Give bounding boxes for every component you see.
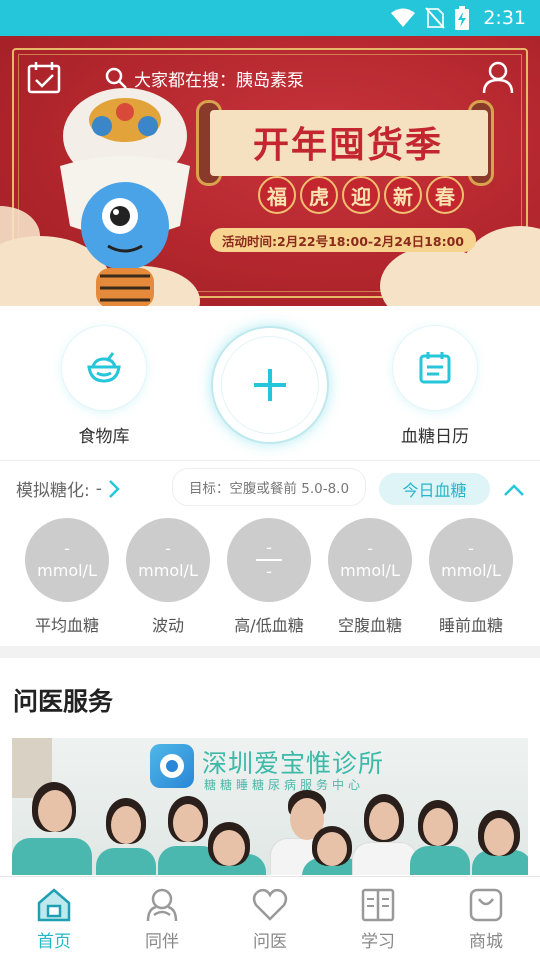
search-hint[interactable]: 大家都在搜： 胰岛素泵 xyxy=(104,64,304,92)
stat-label: 高/低血糖 xyxy=(234,616,304,635)
section-divider xyxy=(0,646,540,658)
hba1c-value: - xyxy=(95,478,102,499)
stat-label: 平均血糖 xyxy=(34,616,99,635)
today-glucose-button[interactable]: 今日血糖 xyxy=(379,473,490,505)
user-profile-icon[interactable] xyxy=(482,60,514,94)
banner-title: 开年囤货季 xyxy=(252,124,443,166)
search-prefix: 大家都在搜： xyxy=(134,70,236,91)
glucose-stats: - mmol/L 平均血糖 - mmol/L 波动 - - 高/低血糖 - mm… xyxy=(0,518,540,646)
nav-label: 首页 xyxy=(37,932,71,952)
seal-char: 虎 xyxy=(300,176,338,214)
stat-value: - xyxy=(468,539,474,558)
battery-charging-icon xyxy=(455,6,470,30)
no-sim-icon xyxy=(425,7,446,29)
promo-banner[interactable]: 开年囤货季 福 虎 迎 新 春 活动时间:2月22号18:00-2月24日18:… xyxy=(0,36,540,306)
add-record-button[interactable] xyxy=(211,326,329,444)
seal-char: 福 xyxy=(258,176,296,214)
glucose-calendar-circle xyxy=(393,326,477,410)
nav-peers[interactable]: 同伴 xyxy=(108,877,216,960)
status-icons: 2:31 xyxy=(391,6,526,30)
chevron-up-icon[interactable] xyxy=(502,478,526,502)
calendar-list-icon xyxy=(419,352,451,384)
stat-unit: mmol/L xyxy=(441,561,501,580)
bottom-nav: 首页 同伴 问医 学习 商城 xyxy=(0,876,540,960)
section-title: 问医服务 xyxy=(13,687,114,716)
stat-high-low[interactable]: - - 高/低血糖 xyxy=(219,518,319,636)
glucose-calendar-label: 血糖日历 xyxy=(401,427,469,447)
seal-char: 春 xyxy=(426,176,464,214)
home-icon xyxy=(37,888,71,922)
stat-high-value: - xyxy=(266,538,272,557)
nav-label: 商城 xyxy=(469,932,503,952)
clinic-logo-icon xyxy=(150,744,194,788)
stat-value: - xyxy=(165,539,171,558)
stat-unit: mmol/L xyxy=(340,561,400,580)
nav-label: 学习 xyxy=(361,932,395,952)
stat-circle: - mmol/L xyxy=(25,518,109,602)
plus-icon xyxy=(254,369,286,401)
stat-circle: - - xyxy=(227,518,311,602)
stat-label: 睡前血糖 xyxy=(438,616,503,635)
stat-fluctuation[interactable]: - mmol/L 波动 xyxy=(118,518,218,636)
wifi-icon xyxy=(391,8,416,27)
stat-value: - xyxy=(367,539,373,558)
calendar-check-icon[interactable] xyxy=(26,60,62,96)
clinic-subtitle: 糖糖睡糖尿病服务中心 xyxy=(204,778,365,792)
stat-fasting[interactable]: - mmol/L 空腹血糖 xyxy=(320,518,420,636)
stat-bedtime[interactable]: - mmol/L 睡前血糖 xyxy=(421,518,521,636)
lion-dance-mascot-icon xyxy=(60,88,190,306)
banner-seals: 福 虎 迎 新 春 xyxy=(258,176,464,214)
hba1c-label: 模拟糖化: xyxy=(16,481,90,501)
clinic-name: 深圳爱宝惟诊所 xyxy=(202,749,385,778)
nav-label: 同伴 xyxy=(145,932,179,952)
seal-char: 迎 xyxy=(342,176,380,214)
book-icon xyxy=(361,888,395,922)
nav-home[interactable]: 首页 xyxy=(0,877,108,960)
seal-char: 新 xyxy=(384,176,422,214)
heart-icon xyxy=(252,888,288,921)
simulated-hba1c[interactable]: 模拟糖化: - xyxy=(16,476,120,501)
nav-shop[interactable]: 商城 xyxy=(432,877,540,960)
stat-average[interactable]: - mmol/L 平均血糖 xyxy=(17,518,117,636)
stat-label: 空腹血糖 xyxy=(337,616,402,635)
nav-ask-doctor[interactable]: 问医 xyxy=(216,877,324,960)
nav-label: 问医 xyxy=(253,932,287,952)
stat-circle: - mmol/L xyxy=(328,518,412,602)
stat-circle: - mmol/L xyxy=(429,518,513,602)
status-bar: 2:31 xyxy=(0,0,540,36)
stat-circle: - mmol/L xyxy=(126,518,210,602)
nav-learn[interactable]: 学习 xyxy=(324,877,432,960)
glucose-calendar-button[interactable]: 血糖日历 xyxy=(393,326,477,447)
food-library-circle xyxy=(62,326,146,410)
glucose-target: 目标：空腹或餐前 5.0-8.0 xyxy=(172,468,366,506)
stat-unit: mmol/L xyxy=(37,561,97,580)
clinic-banner[interactable]: 深圳爱宝惟诊所 糖糖睡糖尿病服务中心 xyxy=(12,738,528,875)
stat-low-value: - xyxy=(266,562,272,581)
search-icon xyxy=(105,67,127,89)
activity-time: 活动时间:2月22号18:00-2月24日18:00 xyxy=(210,228,476,252)
stat-unit: mmol/L xyxy=(138,561,198,580)
stat-label: 波动 xyxy=(151,616,184,635)
search-keyword: 胰岛素泵 xyxy=(236,70,304,91)
food-library-label: 食物库 xyxy=(78,427,130,447)
stat-value: - xyxy=(64,539,70,558)
chevron-right-icon xyxy=(108,479,120,498)
shop-bag-icon xyxy=(469,888,503,922)
food-bowl-icon xyxy=(87,352,121,383)
clock: 2:31 xyxy=(483,7,526,29)
peer-icon xyxy=(146,888,178,922)
food-library-button[interactable]: 食物库 xyxy=(62,326,146,447)
